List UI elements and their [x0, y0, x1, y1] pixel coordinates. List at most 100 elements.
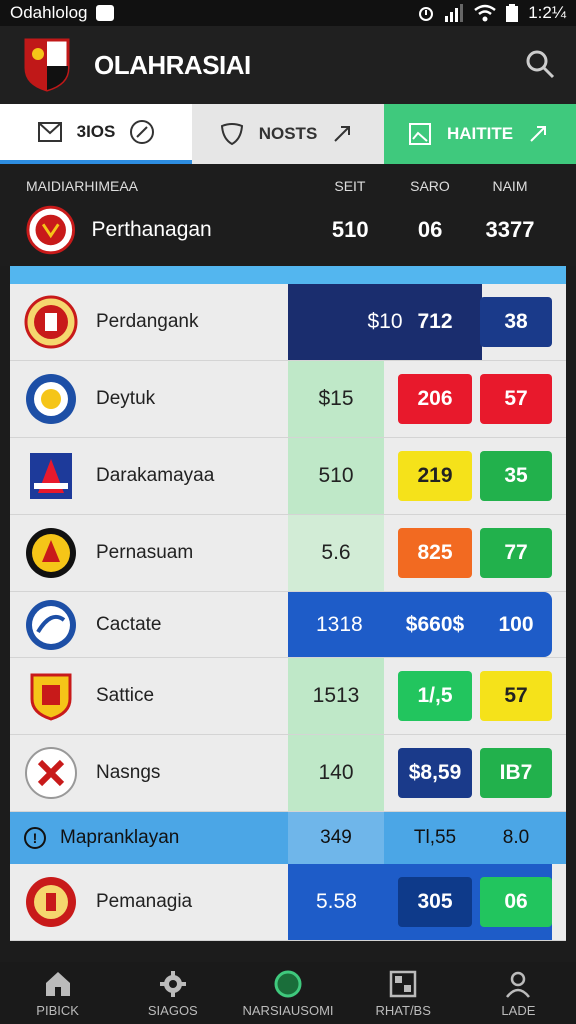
section-header[interactable]: ! Mapranklayan 349 Tl,55 8.0: [10, 812, 566, 864]
tab-haitite[interactable]: HAITITE: [384, 104, 576, 164]
team-crest-icon: [26, 877, 76, 927]
team-crest-icon: [30, 673, 72, 721]
app-title: OLAHRASIAI: [94, 49, 251, 80]
info-icon: !: [24, 827, 46, 849]
stat-value: 57: [480, 671, 552, 721]
table-row[interactable]: Sattice 1513 1/,5 57: [10, 658, 566, 735]
wifi-icon: [474, 4, 496, 22]
stat-value: 06: [417, 217, 443, 242]
user-icon: [506, 971, 531, 998]
nav-label: RHAT/BS: [375, 1002, 431, 1018]
team-name: Perdangank: [96, 311, 199, 332]
stat-value: 510: [331, 217, 369, 242]
nav-item-center[interactable]: NARSIAUSOMI: [230, 962, 345, 1024]
nav-item-stats[interactable]: RHAT/BS: [346, 962, 461, 1024]
nav-item-home[interactable]: PIBICK: [0, 962, 115, 1024]
section-label: Mapranklayan: [60, 827, 180, 848]
stat-value: 825: [398, 528, 472, 578]
nav-label: NARSIAUSOMI: [242, 1002, 334, 1018]
stat-value: 38: [480, 297, 552, 347]
team-name: Nasngs: [96, 762, 161, 783]
nav-label: PIBICK: [36, 1002, 79, 1018]
status-bar: Odahlolog 1:2¼: [0, 0, 576, 26]
app-logo: [24, 38, 70, 92]
alarm-icon: [419, 7, 434, 21]
stat-value: 3377: [485, 217, 535, 242]
tab-label: HAITITE: [446, 124, 514, 143]
stat-value: 1/,5: [398, 671, 472, 721]
table-row[interactable]: Deytuk $15 206 57: [10, 361, 566, 438]
stat-value: $8,59: [398, 748, 472, 798]
tab-label: 3IOS: [76, 122, 116, 141]
team-crest-icon: [26, 374, 76, 424]
table-row[interactable]: Nasngs 140 $8,59 IB7: [10, 735, 566, 812]
stat-value: 06: [480, 877, 552, 927]
team-crest-icon: [25, 747, 77, 799]
mail-icon: [37, 122, 62, 142]
table-row[interactable]: Perdangank $10 712 38: [10, 284, 566, 361]
table-row[interactable]: Pernasuam 5.6 825 77: [10, 515, 566, 592]
team-crest-icon: [24, 295, 78, 349]
team-crest-icon: [30, 453, 72, 499]
stat-value: 219: [398, 451, 472, 501]
stat-value: 8.0: [502, 827, 530, 848]
nav-label: SIAGOS: [147, 1002, 198, 1018]
table-row[interactable]: Cactate 1318 $660$ 100: [10, 592, 566, 658]
notification-icon: [95, 5, 114, 21]
stat-value: 35: [480, 451, 552, 501]
table-header-bar: [10, 266, 566, 284]
image-icon: [408, 123, 431, 145]
tab-nosts[interactable]: NOSTS: [192, 104, 384, 164]
table-row[interactable]: Darakamayaa 510 219 35: [10, 438, 566, 515]
home-icon: [45, 971, 70, 996]
team-name: Pernasuam: [96, 542, 194, 563]
team-name: Deytuk: [96, 388, 156, 409]
tab-3ios[interactable]: 3IOS: [0, 104, 192, 164]
bottom-nav: PIBICK SIAGOS NARSIAUSOMI RHAT/BS LADE: [0, 962, 576, 1024]
table-row[interactable]: Pemanagia 5.58 305 06: [10, 864, 566, 941]
clock: 1:2¼: [528, 3, 566, 22]
stat-value: 5.6: [288, 515, 384, 591]
team-crest-icon: [26, 205, 75, 255]
stat-value: 349: [288, 812, 384, 864]
tab-label: NOSTS: [258, 124, 318, 143]
stat-value: 1513: [288, 658, 384, 734]
col-label-naim: NAIM: [492, 178, 528, 194]
stat-value: 57: [480, 374, 552, 424]
featured-team[interactable]: Perthanagan 510 06 3377: [26, 204, 550, 256]
tab-bar: 3IOS NOSTS HAITITE: [0, 104, 576, 164]
shield-icon: [220, 123, 243, 146]
stat-value: 140: [288, 735, 384, 811]
team-crest-icon: [26, 528, 76, 578]
nav-label: LADE: [501, 1002, 536, 1018]
nav-item-profile[interactable]: LADE: [461, 962, 576, 1024]
search-icon[interactable]: [524, 48, 556, 80]
standings-table: Perdangank $10 712 38 Deytuk $15 206 57 …: [10, 266, 566, 941]
team-crest-icon: [26, 599, 76, 650]
col-label-saro: SARO: [410, 178, 450, 194]
gear-icon: [159, 970, 186, 997]
compass-icon: [130, 120, 155, 144]
grid-icon: [389, 970, 417, 997]
summary-header: MAIDIARHIMEAA SEIT SARO NAIM Perthanagan…: [0, 164, 576, 266]
stat-value: IB7: [480, 748, 552, 798]
stat-value: $15: [288, 361, 384, 437]
share-icon: [530, 126, 547, 142]
app-bar: OLAHRASIAI: [0, 26, 576, 104]
circle-icon: [274, 970, 302, 997]
team-name: Perthanagan: [91, 218, 212, 241]
stat-value: $660$: [405, 613, 465, 636]
stat-value: 712: [417, 310, 453, 333]
stat-value: 305: [398, 877, 472, 927]
stat-value: Tl,55: [413, 827, 457, 848]
nav-item-settings[interactable]: SIAGOS: [115, 962, 230, 1024]
team-name: Sattice: [96, 685, 155, 706]
team-name: Cactate: [96, 613, 162, 635]
battery-icon: [506, 4, 519, 22]
stat-value: 206: [398, 374, 472, 424]
stat-value: 100: [498, 613, 534, 636]
col-label-seit: SEIT: [334, 178, 366, 194]
signal-icon: [445, 4, 464, 22]
stat-value: 510: [288, 438, 384, 514]
arrow-icon: [334, 126, 351, 142]
